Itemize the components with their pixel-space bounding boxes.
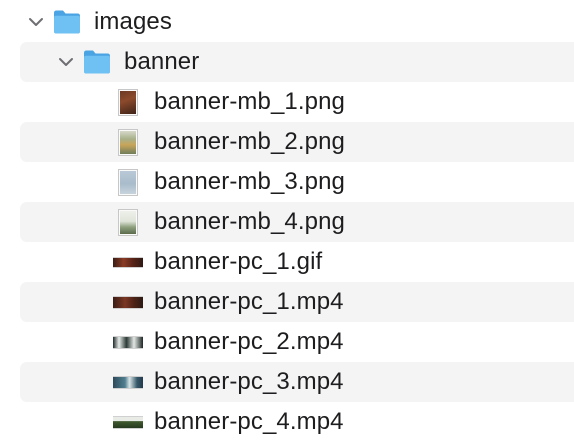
chevron-down-icon[interactable]	[27, 13, 45, 31]
tree-row-file[interactable]: banner-mb_4.png	[20, 202, 574, 242]
file-label: banner-mb_3.png	[154, 168, 345, 195]
tree-row-file[interactable]: banner-mb_3.png	[20, 162, 574, 202]
image-thumbnail-icon	[113, 207, 143, 237]
tree-row-file[interactable]: banner-pc_4.mp4	[20, 402, 574, 442]
image-thumbnail-icon	[113, 87, 143, 117]
image-thumbnail-icon	[113, 167, 143, 197]
tree-row-file[interactable]: banner-pc_1.gif	[20, 242, 574, 282]
file-tree: images banner banner-mb_1.png banner-mb_…	[0, 0, 574, 440]
folder-label-banner: banner	[124, 48, 200, 75]
tree-row-banner-folder[interactable]: banner	[20, 42, 574, 82]
tree-row-file[interactable]: banner-pc_1.mp4	[20, 282, 574, 322]
tree-row-file[interactable]: banner-mb_2.png	[20, 122, 574, 162]
tree-row-file[interactable]: banner-pc_2.mp4	[20, 322, 574, 362]
folder-icon	[82, 49, 112, 75]
image-thumbnail-icon	[113, 127, 143, 157]
file-label: banner-pc_2.mp4	[154, 328, 344, 355]
tree-row-file[interactable]: banner-mb_1.png	[20, 82, 574, 122]
file-label: banner-mb_1.png	[154, 88, 345, 115]
video-thumbnail-icon	[113, 367, 143, 397]
video-thumbnail-icon	[113, 407, 143, 437]
video-thumbnail-icon	[113, 287, 143, 317]
tree-row-images-folder[interactable]: images	[0, 2, 574, 42]
file-label: banner-pc_1.gif	[154, 248, 323, 275]
tree-row-file[interactable]: banner-pc_3.mp4	[20, 362, 574, 402]
folder-label-images: images	[94, 8, 172, 35]
file-label: banner-pc_3.mp4	[154, 368, 344, 395]
file-label: banner-pc_4.mp4	[154, 408, 344, 435]
folder-icon	[52, 9, 82, 35]
file-label: banner-mb_4.png	[154, 208, 345, 235]
gif-thumbnail-icon	[113, 247, 143, 277]
file-label: banner-mb_2.png	[154, 128, 345, 155]
file-label: banner-pc_1.mp4	[154, 288, 344, 315]
video-thumbnail-icon	[113, 327, 143, 357]
chevron-down-icon[interactable]	[57, 53, 75, 71]
